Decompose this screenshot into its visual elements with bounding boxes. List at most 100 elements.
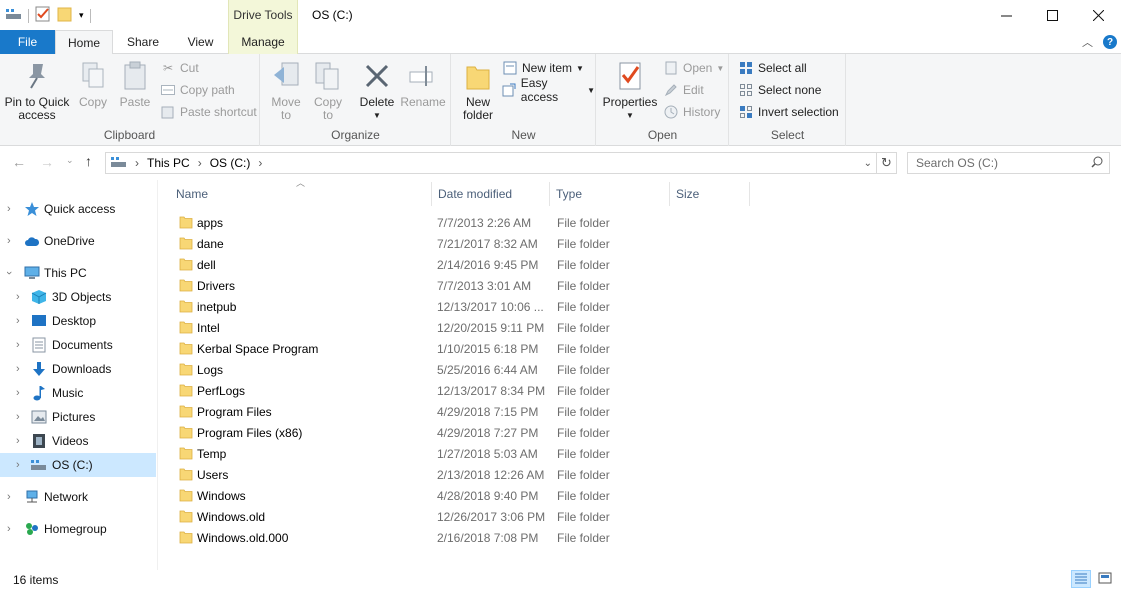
expand-chevron-icon[interactable]: ›: [16, 315, 20, 327]
collapse-ribbon-icon[interactable]: ︿: [1082, 34, 1093, 50]
expand-chevron-icon[interactable]: ›: [16, 387, 20, 399]
properties-button[interactable]: Properties ▼: [603, 60, 657, 122]
nav-item-music[interactable]: › Music: [0, 381, 156, 405]
expand-chevron-icon[interactable]: ›: [16, 291, 20, 303]
pane-divider[interactable]: [157, 180, 158, 570]
nav-item-desktop[interactable]: › Desktop: [0, 309, 156, 333]
refresh-button[interactable]: ↻: [877, 152, 897, 174]
pin-to-quick-access-button[interactable]: Pin to Quick access: [4, 60, 70, 122]
column-header-type[interactable]: Type: [550, 182, 670, 206]
forward-arrow-icon[interactable]: →: [40, 154, 54, 170]
maximize-button[interactable]: [1029, 0, 1075, 30]
select-none-button[interactable]: Select none: [738, 80, 821, 100]
column-header-size[interactable]: Size: [670, 182, 750, 206]
nav-item-this-pc[interactable]: › This PC: [0, 261, 156, 285]
column-header-name[interactable]: Name: [170, 182, 432, 206]
file-row[interactable]: dell 2/14/2016 9:45 PM File folder: [174, 254, 694, 275]
delete-button[interactable]: Delete ▼: [357, 60, 397, 122]
search-input[interactable]: Search OS (C:): [907, 152, 1110, 174]
open-button[interactable]: Open ▼: [663, 58, 724, 78]
file-row[interactable]: Intel 12/20/2015 9:11 PM File folder: [174, 317, 694, 338]
expand-chevron-icon[interactable]: ›: [7, 203, 11, 215]
expand-chevron-icon[interactable]: ›: [7, 235, 11, 247]
properties-dropdown-icon[interactable]: ▼: [626, 109, 634, 122]
properties-qat-icon[interactable]: [35, 6, 51, 25]
address-bar[interactable]: › This PC › OS (C:) › ⌄: [105, 152, 877, 174]
new-folder-button[interactable]: New folder: [458, 60, 498, 122]
expand-chevron-icon[interactable]: ›: [16, 435, 20, 447]
tab-manage[interactable]: Manage: [228, 30, 298, 54]
nav-item-3d-objects[interactable]: › 3D Objects: [0, 285, 156, 309]
copy-to-button[interactable]: Copy to: [309, 60, 347, 122]
nav-item-quick-access[interactable]: › Quick access: [0, 197, 156, 221]
nav-item-homegroup[interactable]: › Homegroup: [0, 517, 156, 541]
file-row[interactable]: Logs 5/25/2016 6:44 AM File folder: [174, 359, 694, 380]
nav-item-onedrive[interactable]: › OneDrive: [0, 229, 156, 253]
expand-chevron-icon[interactable]: ›: [16, 459, 20, 471]
nav-item-videos[interactable]: › Videos: [0, 429, 156, 453]
file-type: File folder: [557, 279, 610, 293]
file-row[interactable]: Windows 4/28/2018 9:40 PM File folder: [174, 485, 694, 506]
new-folder-qat-icon[interactable]: [57, 6, 73, 25]
file-row[interactable]: inetpub 12/13/2017 10:06 ... File folder: [174, 296, 694, 317]
breadcrumb-separator-icon[interactable]: ›: [135, 156, 139, 170]
edit-button[interactable]: Edit: [663, 80, 704, 100]
nav-item-pictures[interactable]: › Pictures: [0, 405, 156, 429]
details-view-button[interactable]: [1071, 570, 1091, 588]
file-row[interactable]: Kerbal Space Program 1/10/2015 6:18 PM Fil…: [174, 338, 694, 359]
large-icons-view-button[interactable]: [1095, 570, 1115, 588]
copy-path-button[interactable]: Copy path: [160, 80, 235, 100]
tab-view[interactable]: View: [173, 30, 228, 54]
minimize-button[interactable]: [983, 0, 1029, 30]
file-row[interactable]: Temp 1/27/2018 5:03 AM File folder: [174, 443, 694, 464]
nav-item-downloads[interactable]: › Downloads: [0, 357, 156, 381]
back-arrow-icon[interactable]: ←: [12, 154, 26, 170]
cut-button[interactable]: ✂ Cut: [160, 58, 199, 78]
move-to-button[interactable]: Move to: [267, 60, 305, 122]
copy-button[interactable]: Copy: [74, 60, 112, 109]
breadcrumb-separator-icon[interactable]: ›: [198, 156, 202, 170]
up-arrow-icon[interactable]: ↑: [85, 153, 92, 169]
paste-shortcut-button[interactable]: Paste shortcut: [160, 102, 257, 122]
drive-icon[interactable]: [6, 8, 22, 23]
file-row[interactable]: PerfLogs 12/13/2017 8:34 PM File folder: [174, 380, 694, 401]
tab-share[interactable]: Share: [113, 30, 173, 54]
nav-item-network[interactable]: › Network: [0, 485, 156, 509]
delete-dropdown-icon[interactable]: ▼: [373, 109, 381, 122]
help-icon[interactable]: ?: [1103, 35, 1117, 49]
expand-chevron-icon[interactable]: ›: [16, 339, 20, 351]
expand-chevron-icon[interactable]: ›: [16, 363, 20, 375]
new-item-button[interactable]: New item ▼: [502, 58, 584, 78]
recent-locations-chevron-icon[interactable]: ⌄: [66, 155, 74, 166]
expand-chevron-icon[interactable]: ›: [7, 491, 11, 503]
tab-file[interactable]: File: [0, 30, 55, 54]
rename-button[interactable]: Rename: [400, 60, 446, 109]
file-row[interactable]: Windows.old.000 2/16/2018 7:08 PM File fol…: [174, 527, 694, 548]
file-row[interactable]: apps 7/7/2013 2:26 AM File folder: [174, 212, 694, 233]
file-row[interactable]: dane 7/21/2017 8:32 AM File folder: [174, 233, 694, 254]
file-row[interactable]: Users 2/13/2018 12:26 AM File folder: [174, 464, 694, 485]
address-dropdown-icon[interactable]: ⌄: [864, 158, 872, 169]
expand-chevron-icon[interactable]: ›: [7, 523, 11, 535]
easy-access-button[interactable]: Easy access ▼: [502, 76, 595, 104]
file-row[interactable]: Drivers 7/7/2013 3:01 AM File folder: [174, 275, 694, 296]
column-header-date-modified[interactable]: Date modified: [432, 182, 550, 206]
file-row[interactable]: Windows.old 12/26/2017 3:06 PM File folder: [174, 506, 694, 527]
close-button[interactable]: [1075, 0, 1121, 30]
breadcrumb-os-c[interactable]: OS (C:): [210, 156, 251, 170]
customize-qat-icon[interactable]: ▾: [79, 10, 84, 21]
select-all-button[interactable]: Select all: [738, 58, 807, 78]
expand-chevron-icon[interactable]: ›: [16, 411, 20, 423]
invert-selection-button[interactable]: Invert selection: [738, 102, 839, 122]
nav-item-documents[interactable]: › Documents: [0, 333, 156, 357]
tab-home[interactable]: Home: [55, 30, 113, 55]
search-icon[interactable]: [1091, 156, 1103, 171]
nav-item-os-c[interactable]: › OS (C:): [0, 453, 156, 477]
history-button[interactable]: History: [663, 102, 720, 122]
paste-button[interactable]: Paste: [116, 60, 154, 109]
file-row[interactable]: Program Files (x86) 4/29/2018 7:27 PM File…: [174, 422, 694, 443]
file-row[interactable]: Program Files 4/29/2018 7:15 PM File folde…: [174, 401, 694, 422]
collapse-chevron-icon[interactable]: ›: [3, 271, 15, 275]
breadcrumb-this-pc[interactable]: This PC: [147, 156, 190, 170]
breadcrumb-separator-icon[interactable]: ›: [258, 156, 262, 170]
